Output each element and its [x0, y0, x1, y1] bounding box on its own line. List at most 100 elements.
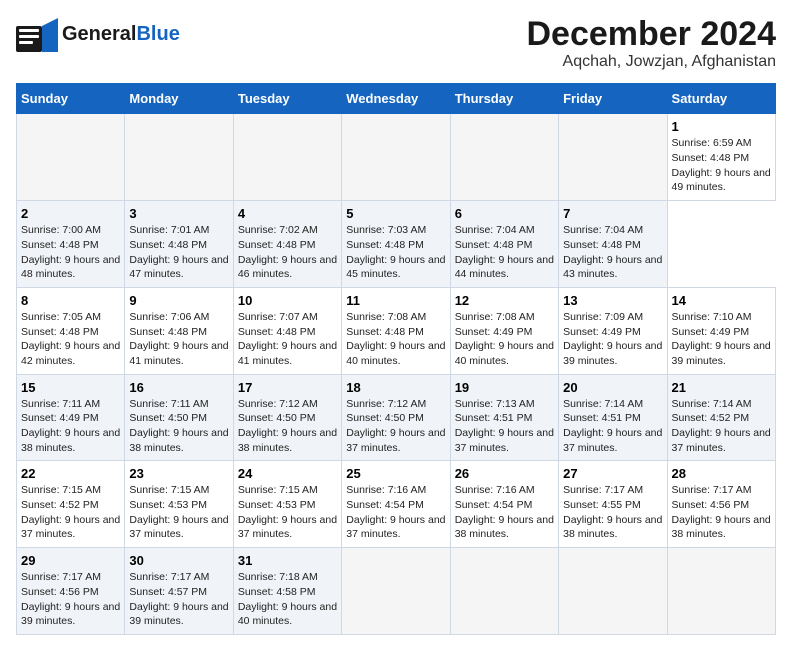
day-number: 31 — [238, 553, 337, 568]
logo-blue: Blue — [136, 23, 179, 45]
table-row: 14 Sunrise: 7:10 AMSunset: 4:49 PMDaylig… — [667, 287, 775, 374]
table-row: 21 Sunrise: 7:14 AMSunset: 4:52 PMDaylig… — [667, 374, 775, 461]
table-row: 7 Sunrise: 7:04 AMSunset: 4:48 PMDayligh… — [559, 201, 667, 288]
day-number: 13 — [563, 293, 662, 308]
day-number: 11 — [346, 293, 445, 308]
table-row: 1 Sunrise: 6:59 AMSunset: 4:48 PMDayligh… — [667, 114, 775, 201]
table-row: 30 Sunrise: 7:17 AMSunset: 4:57 PMDaylig… — [125, 548, 233, 635]
table-row: 20 Sunrise: 7:14 AMSunset: 4:51 PMDaylig… — [559, 374, 667, 461]
logo: GeneralBlue — [16, 16, 180, 52]
day-number: 2 — [21, 206, 120, 221]
table-row — [667, 548, 775, 635]
day-info: Sunrise: 7:17 AMSunset: 4:56 PMDaylight:… — [672, 484, 771, 540]
table-row — [559, 114, 667, 201]
table-row: 29 Sunrise: 7:17 AMSunset: 4:56 PMDaylig… — [17, 548, 125, 635]
day-info: Sunrise: 7:14 AMSunset: 4:52 PMDaylight:… — [672, 398, 771, 454]
day-info: Sunrise: 7:15 AMSunset: 4:52 PMDaylight:… — [21, 484, 120, 540]
table-row: 9 Sunrise: 7:06 AMSunset: 4:48 PMDayligh… — [125, 287, 233, 374]
day-info: Sunrise: 7:16 AMSunset: 4:54 PMDaylight:… — [346, 484, 445, 540]
day-number: 24 — [238, 466, 337, 481]
table-row: 18 Sunrise: 7:12 AMSunset: 4:50 PMDaylig… — [342, 374, 450, 461]
day-number: 21 — [672, 380, 771, 395]
day-info: Sunrise: 7:17 AMSunset: 4:56 PMDaylight:… — [21, 571, 120, 627]
table-row: 4 Sunrise: 7:02 AMSunset: 4:48 PMDayligh… — [233, 201, 341, 288]
header-tuesday: Tuesday — [233, 84, 341, 114]
table-row — [559, 548, 667, 635]
day-info: Sunrise: 7:18 AMSunset: 4:58 PMDaylight:… — [238, 571, 337, 627]
day-number: 5 — [346, 206, 445, 221]
table-row — [342, 114, 450, 201]
day-number: 25 — [346, 466, 445, 481]
page-subtitle: Aqchah, Jowzjan, Afghanistan — [526, 53, 776, 71]
table-row: 26 Sunrise: 7:16 AMSunset: 4:54 PMDaylig… — [450, 461, 558, 548]
day-info: Sunrise: 7:06 AMSunset: 4:48 PMDaylight:… — [129, 311, 228, 367]
day-number: 18 — [346, 380, 445, 395]
day-info: Sunrise: 7:10 AMSunset: 4:49 PMDaylight:… — [672, 311, 771, 367]
day-info: Sunrise: 7:02 AMSunset: 4:48 PMDaylight:… — [238, 224, 337, 280]
table-row: 27 Sunrise: 7:17 AMSunset: 4:55 PMDaylig… — [559, 461, 667, 548]
day-info: Sunrise: 7:12 AMSunset: 4:50 PMDaylight:… — [346, 398, 445, 454]
table-row: 8 Sunrise: 7:05 AMSunset: 4:48 PMDayligh… — [17, 287, 125, 374]
table-row: 5 Sunrise: 7:03 AMSunset: 4:48 PMDayligh… — [342, 201, 450, 288]
table-row: 28 Sunrise: 7:17 AMSunset: 4:56 PMDaylig… — [667, 461, 775, 548]
day-info: Sunrise: 6:59 AMSunset: 4:48 PMDaylight:… — [672, 137, 771, 193]
day-number: 10 — [238, 293, 337, 308]
calendar-week-row: 1 Sunrise: 6:59 AMSunset: 4:48 PMDayligh… — [17, 114, 776, 201]
title-block: December 2024 Aqchah, Jowzjan, Afghanist… — [526, 16, 776, 71]
day-info: Sunrise: 7:05 AMSunset: 4:48 PMDaylight:… — [21, 311, 120, 367]
day-number: 19 — [455, 380, 554, 395]
day-number: 8 — [21, 293, 120, 308]
day-number: 15 — [21, 380, 120, 395]
day-number: 3 — [129, 206, 228, 221]
day-number: 14 — [672, 293, 771, 308]
day-info: Sunrise: 7:14 AMSunset: 4:51 PMDaylight:… — [563, 398, 662, 454]
day-info: Sunrise: 7:03 AMSunset: 4:48 PMDaylight:… — [346, 224, 445, 280]
calendar-week-row: 2 Sunrise: 7:00 AMSunset: 4:48 PMDayligh… — [17, 201, 776, 288]
day-number: 9 — [129, 293, 228, 308]
table-row: 11 Sunrise: 7:08 AMSunset: 4:48 PMDaylig… — [342, 287, 450, 374]
day-info: Sunrise: 7:08 AMSunset: 4:48 PMDaylight:… — [346, 311, 445, 367]
day-info: Sunrise: 7:00 AMSunset: 4:48 PMDaylight:… — [21, 224, 120, 280]
day-number: 20 — [563, 380, 662, 395]
header-friday: Friday — [559, 84, 667, 114]
day-info: Sunrise: 7:17 AMSunset: 4:57 PMDaylight:… — [129, 571, 228, 627]
day-info: Sunrise: 7:12 AMSunset: 4:50 PMDaylight:… — [238, 398, 337, 454]
day-number: 23 — [129, 466, 228, 481]
day-info: Sunrise: 7:04 AMSunset: 4:48 PMDaylight:… — [455, 224, 554, 280]
day-info: Sunrise: 7:15 AMSunset: 4:53 PMDaylight:… — [129, 484, 228, 540]
table-row: 25 Sunrise: 7:16 AMSunset: 4:54 PMDaylig… — [342, 461, 450, 548]
calendar-week-row: 22 Sunrise: 7:15 AMSunset: 4:52 PMDaylig… — [17, 461, 776, 548]
day-number: 22 — [21, 466, 120, 481]
table-row: 31 Sunrise: 7:18 AMSunset: 4:58 PMDaylig… — [233, 548, 341, 635]
table-row: 24 Sunrise: 7:15 AMSunset: 4:53 PMDaylig… — [233, 461, 341, 548]
header-sunday: Sunday — [17, 84, 125, 114]
table-row: 12 Sunrise: 7:08 AMSunset: 4:49 PMDaylig… — [450, 287, 558, 374]
calendar-week-row: 8 Sunrise: 7:05 AMSunset: 4:48 PMDayligh… — [17, 287, 776, 374]
table-row: 15 Sunrise: 7:11 AMSunset: 4:49 PMDaylig… — [17, 374, 125, 461]
day-number: 6 — [455, 206, 554, 221]
day-info: Sunrise: 7:17 AMSunset: 4:55 PMDaylight:… — [563, 484, 662, 540]
table-row: 2 Sunrise: 7:00 AMSunset: 4:48 PMDayligh… — [17, 201, 125, 288]
day-number: 1 — [672, 119, 771, 134]
table-row — [450, 114, 558, 201]
day-info: Sunrise: 7:09 AMSunset: 4:49 PMDaylight:… — [563, 311, 662, 367]
day-info: Sunrise: 7:08 AMSunset: 4:49 PMDaylight:… — [455, 311, 554, 367]
table-row: 19 Sunrise: 7:13 AMSunset: 4:51 PMDaylig… — [450, 374, 558, 461]
table-row: 22 Sunrise: 7:15 AMSunset: 4:52 PMDaylig… — [17, 461, 125, 548]
calendar-week-row: 29 Sunrise: 7:17 AMSunset: 4:56 PMDaylig… — [17, 548, 776, 635]
table-row — [17, 114, 125, 201]
day-info: Sunrise: 7:07 AMSunset: 4:48 PMDaylight:… — [238, 311, 337, 367]
header-saturday: Saturday — [667, 84, 775, 114]
table-row: 16 Sunrise: 7:11 AMSunset: 4:50 PMDaylig… — [125, 374, 233, 461]
day-number: 30 — [129, 553, 228, 568]
day-info: Sunrise: 7:15 AMSunset: 4:53 PMDaylight:… — [238, 484, 337, 540]
header-wednesday: Wednesday — [342, 84, 450, 114]
day-number: 4 — [238, 206, 337, 221]
table-row — [342, 548, 450, 635]
calendar-table: Sunday Monday Tuesday Wednesday Thursday… — [16, 83, 776, 635]
logo-general: General — [62, 23, 136, 45]
day-info: Sunrise: 7:11 AMSunset: 4:49 PMDaylight:… — [21, 398, 120, 454]
header-monday: Monday — [125, 84, 233, 114]
table-row: 3 Sunrise: 7:01 AMSunset: 4:48 PMDayligh… — [125, 201, 233, 288]
header-thursday: Thursday — [450, 84, 558, 114]
